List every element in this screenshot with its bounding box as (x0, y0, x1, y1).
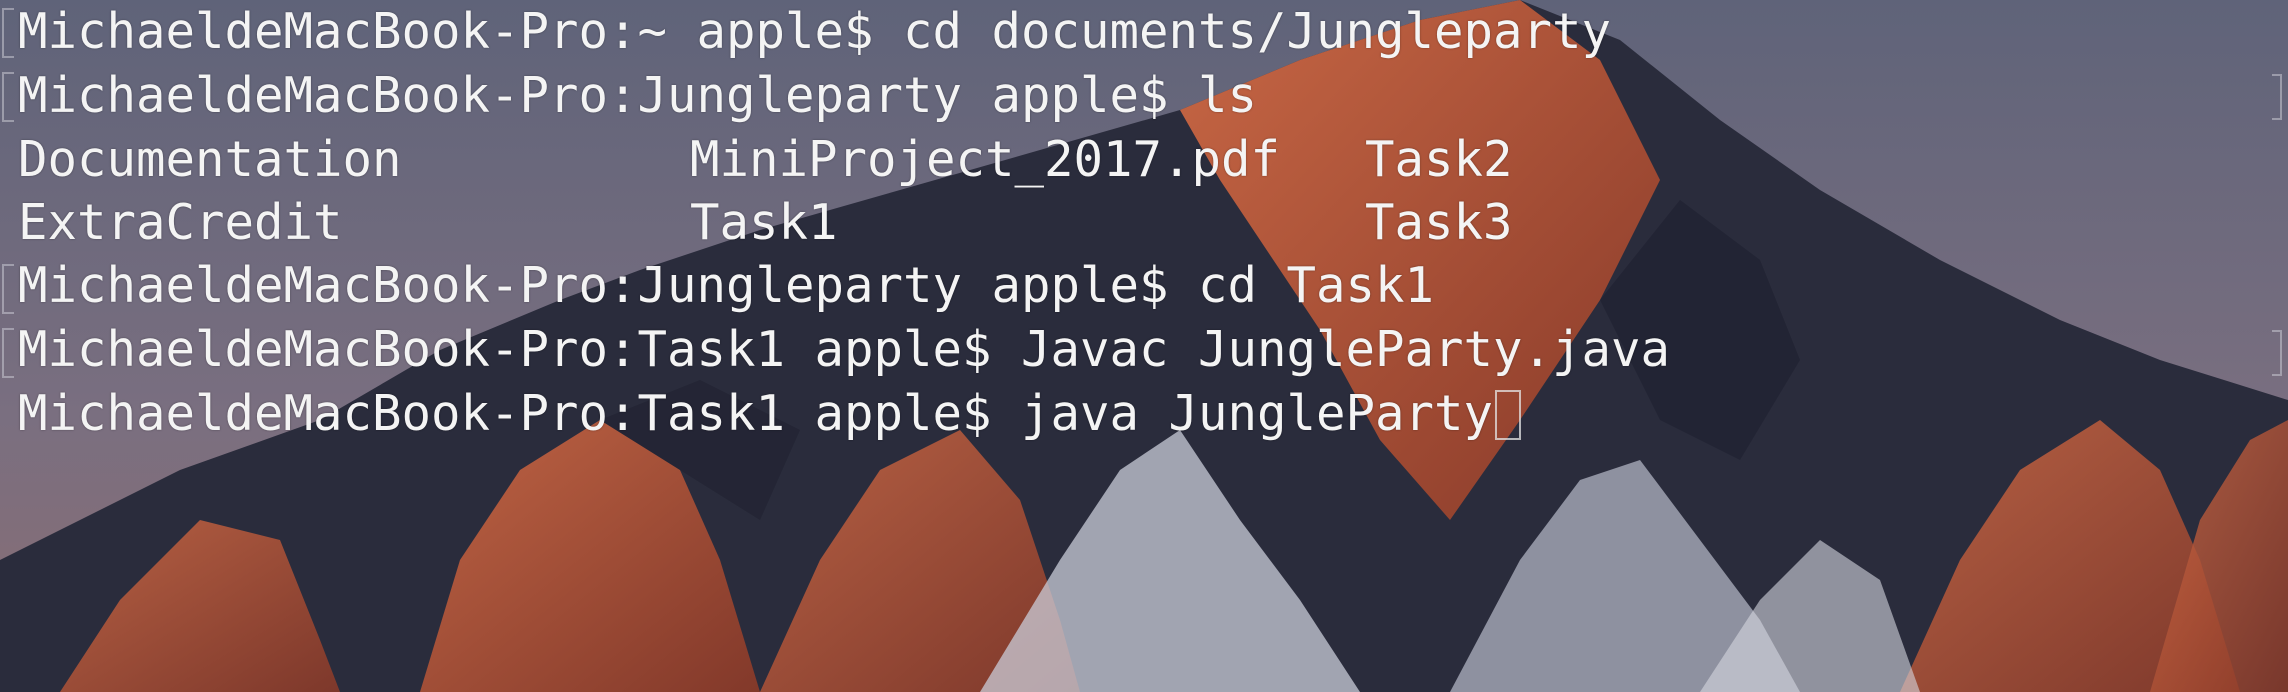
terminal-line-4: MichaeldeMacBook-Pro:Task1 apple$ Javac … (18, 321, 1671, 378)
line-mark-right-icon (2272, 330, 2282, 376)
terminal-line-5[interactable]: MichaeldeMacBook-Pro:Task1 apple$ java J… (18, 384, 1522, 444)
line-mark-icon (2, 8, 14, 58)
ls-entry: MiniProject_2017.pdf (690, 131, 1281, 188)
ls-entry: Task1 (690, 194, 838, 251)
terminal-window[interactable]: MichaeldeMacBook-Pro:~ apple$ cd documen… (0, 0, 2288, 692)
terminal-line-2: MichaeldeMacBook-Pro:Jungleparty apple$ … (18, 67, 1258, 124)
terminal-line-3: MichaeldeMacBook-Pro:Jungleparty apple$ … (18, 257, 1435, 314)
line-mark-right-icon (2272, 74, 2282, 120)
ls-entry: Task2 (1365, 131, 1513, 188)
line-mark-icon (2, 264, 14, 314)
ls-entry: Documentation (18, 131, 402, 188)
cursor-block-icon (1495, 390, 1522, 440)
current-command: MichaeldeMacBook-Pro:Task1 apple$ java J… (18, 385, 1494, 442)
terminal-line-1: MichaeldeMacBook-Pro:~ apple$ cd documen… (18, 3, 1612, 60)
ls-entry: ExtraCredit (18, 194, 343, 251)
line-mark-icon (2, 328, 14, 378)
ls-entry: Task3 (1365, 194, 1513, 251)
line-mark-icon (2, 72, 14, 122)
